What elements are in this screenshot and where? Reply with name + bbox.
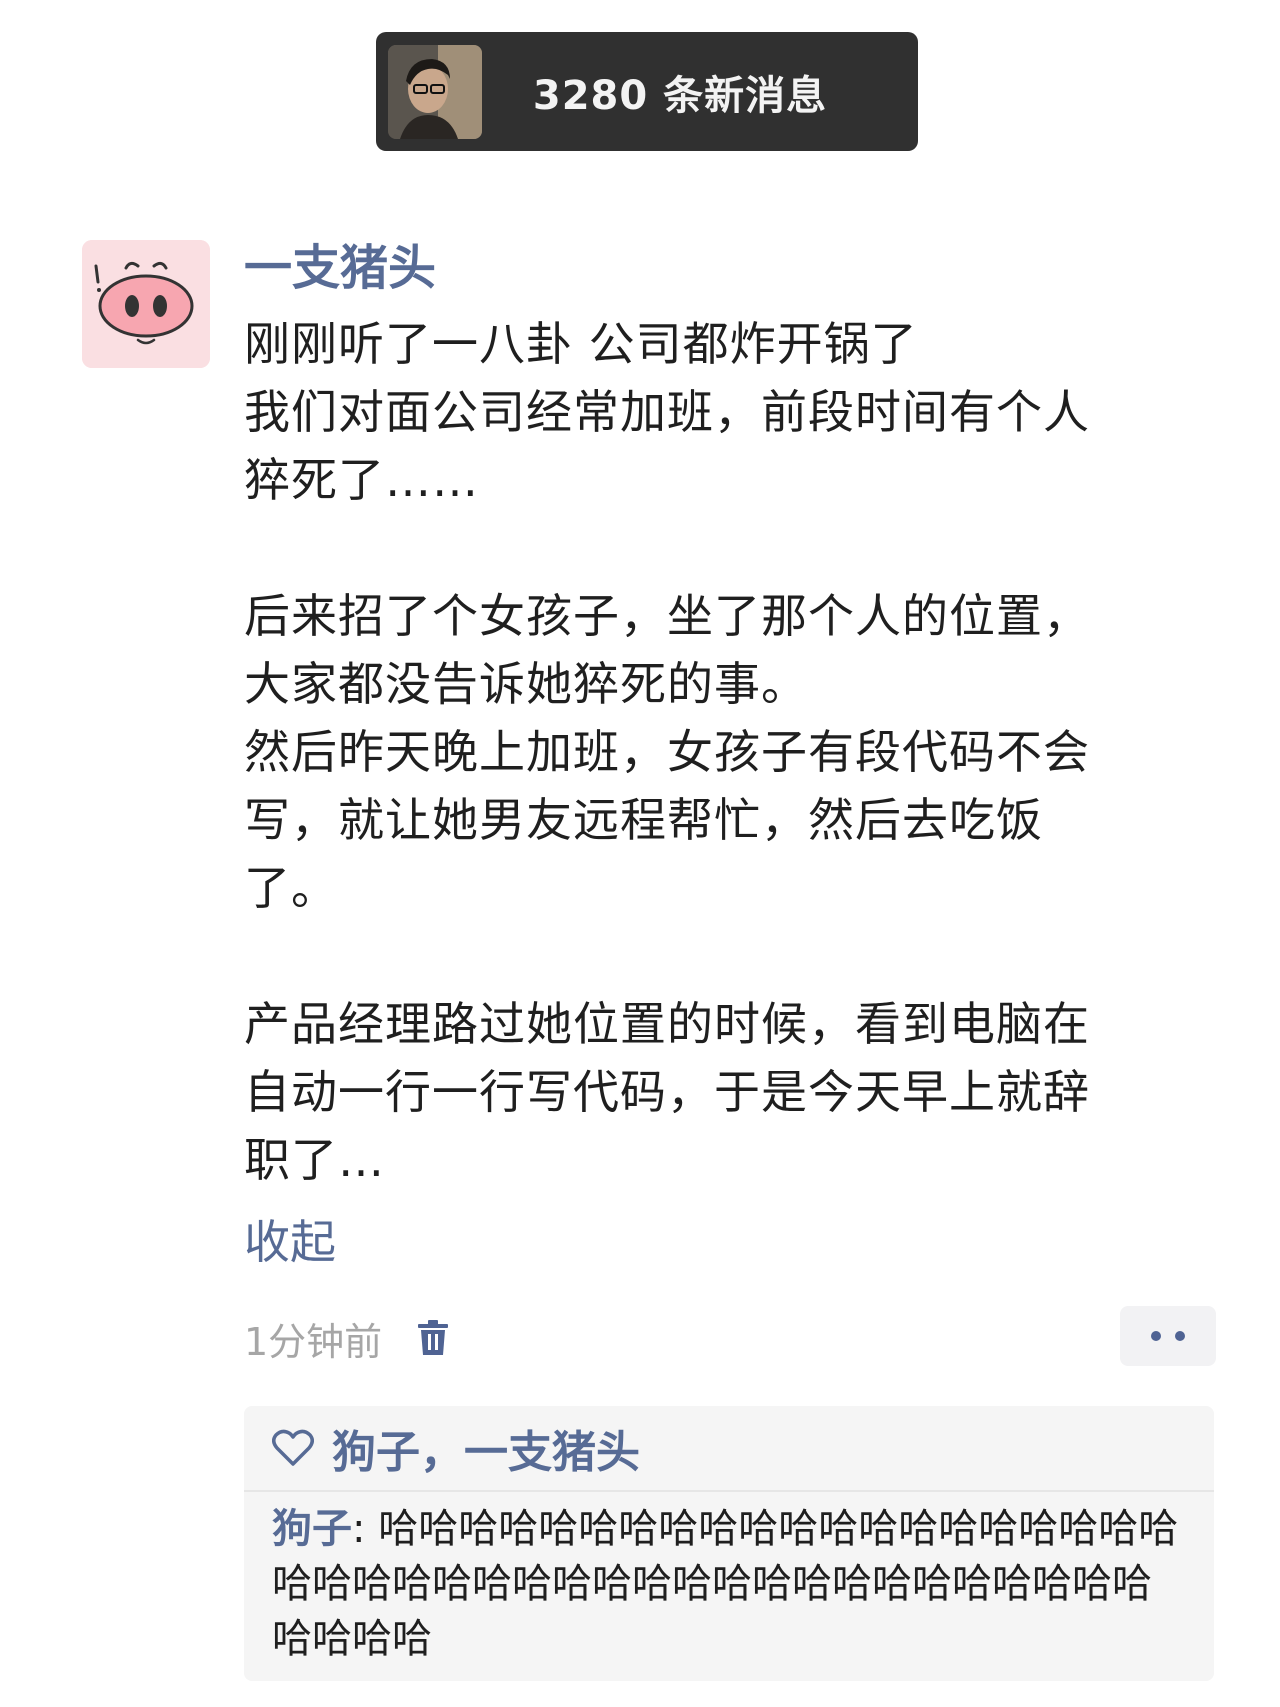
more-actions-button[interactable] xyxy=(1120,1306,1216,1366)
collapse-link[interactable]: 收起 xyxy=(244,1208,336,1276)
likes-row: 狗子，一支猪头 xyxy=(244,1406,1214,1492)
comment-text: 哈哈哈哈哈哈哈哈哈哈哈哈哈哈哈哈哈哈哈哈哈哈哈哈哈哈哈哈哈哈哈哈哈哈哈哈哈哈哈哈… xyxy=(272,1506,1179,1662)
more-dots-icon xyxy=(1175,1331,1185,1341)
more-dots-icon xyxy=(1151,1331,1161,1341)
new-messages-notification[interactable]: 3280 条新消息 xyxy=(376,32,918,151)
likes-names[interactable]: 狗子，一支猪头 xyxy=(332,1416,640,1480)
post-timestamp: 1分钟前 xyxy=(244,1319,383,1364)
person-photo-avatar-icon xyxy=(388,44,482,139)
notification-avatar xyxy=(388,44,482,139)
likes-comments-panel: 狗子，一支猪头 狗子: 哈哈哈哈哈哈哈哈哈哈哈哈哈哈哈哈哈哈哈哈哈哈哈哈哈哈哈哈… xyxy=(244,1406,1214,1681)
new-messages-count: 3280 条新消息 xyxy=(532,72,828,119)
pig-snout-avatar-icon xyxy=(82,240,210,368)
comment-item[interactable]: 狗子: 哈哈哈哈哈哈哈哈哈哈哈哈哈哈哈哈哈哈哈哈哈哈哈哈哈哈哈哈哈哈哈哈哈哈哈哈… xyxy=(244,1492,1214,1681)
author-avatar[interactable] xyxy=(82,240,210,368)
post-meta-row: 1分钟前 xyxy=(244,1306,1216,1370)
comment-separator: : xyxy=(352,1506,379,1552)
moment-post: 一支猪头 刚刚听了一八卦 公司都炸开锅了 我们对面公司经常加班，前段时间有个人 … xyxy=(244,236,1216,1681)
trash-icon[interactable] xyxy=(416,1319,450,1357)
post-author-name[interactable]: 一支猪头 xyxy=(244,236,1214,300)
post-content: 刚刚听了一八卦 公司都炸开锅了 我们对面公司经常加班，前段时间有个人 猝死了……… xyxy=(244,317,1090,1187)
heart-outline-icon xyxy=(272,1429,314,1467)
comment-author[interactable]: 狗子 xyxy=(272,1506,352,1552)
